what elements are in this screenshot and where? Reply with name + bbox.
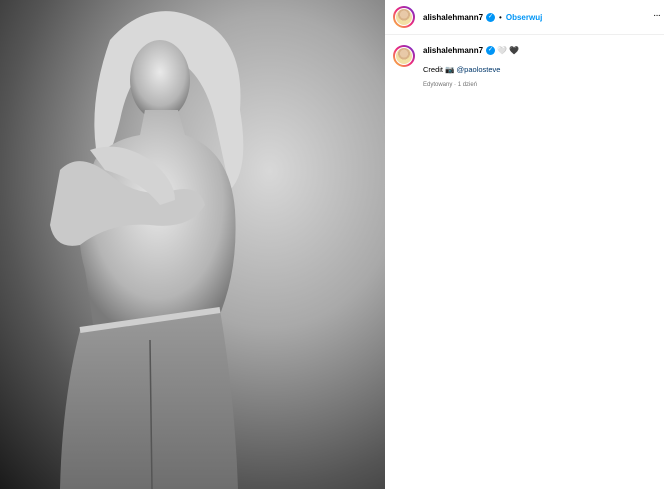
mention-link[interactable]: @paolosteve	[457, 65, 501, 74]
white-heart-icon: 🤍	[497, 46, 507, 55]
more-options-icon[interactable]: ···	[653, 10, 661, 21]
comment-meta: Edytowany · 1 dzień	[423, 80, 519, 91]
avatar[interactable]	[393, 6, 415, 28]
verified-badge-icon: ✓	[486, 12, 496, 22]
black-heart-icon: 🖤	[509, 46, 519, 55]
post-photo-illustration	[50, 11, 244, 489]
caption-text: Credit 📷 @paolosteve	[423, 64, 519, 75]
post-side-panel: alishalehmann7 ✓ • Obserwuj ··· alishale…	[385, 0, 664, 489]
instagram-post-view: alishalehmann7 ✓ • Obserwuj ··· alishale…	[0, 0, 664, 489]
comment-body: alishalehmann7 ✓ 🤍 🖤 Credit 📷 @paolostev…	[423, 45, 519, 91]
timestamp[interactable]: 1 dzień	[458, 82, 477, 88]
caption-word: Credit	[423, 65, 444, 74]
verified-badge-icon: ✓	[486, 46, 496, 55]
post-photo[interactable]	[0, 0, 385, 489]
follow-button[interactable]: Obserwuj	[506, 13, 542, 22]
camera-icon: 📷	[445, 65, 455, 74]
comment-username[interactable]: alishalehmann7	[423, 45, 483, 56]
header-username[interactable]: alishalehmann7	[423, 13, 483, 22]
meta-separator: ·	[454, 82, 457, 88]
caption-comment: alishalehmann7 ✓ 🤍 🖤 Credit 📷 @paolostev…	[385, 35, 664, 101]
comment-avatar[interactable]	[393, 45, 415, 67]
edited-label: Edytowany	[423, 82, 453, 88]
header-separator: •	[499, 12, 502, 22]
post-header: alishalehmann7 ✓ • Obserwuj ···	[385, 0, 664, 35]
